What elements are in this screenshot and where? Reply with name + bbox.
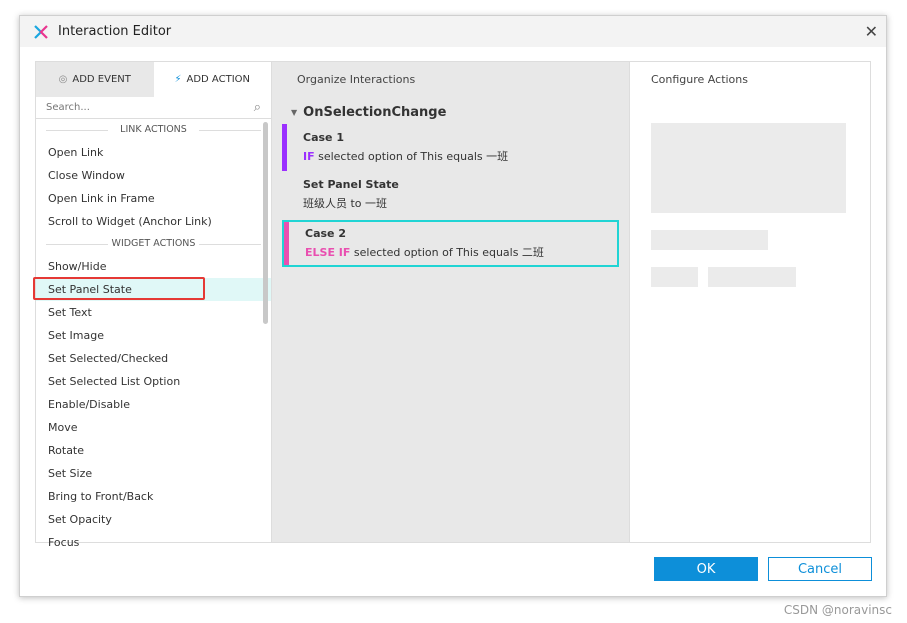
ok-button[interactable]: OK (654, 557, 758, 581)
action-item[interactable]: Set Opacity (36, 508, 271, 531)
action-item[interactable]: Show/Hide (36, 255, 271, 278)
case-1[interactable]: Case 1 IF selected option of This equals… (282, 124, 619, 171)
action-item[interactable]: Focus (36, 531, 271, 554)
action-item[interactable]: Set Selected/Checked (36, 347, 271, 370)
action-item[interactable]: Rotate (36, 439, 271, 462)
caret-down-icon: ▼ (291, 107, 298, 117)
action-item[interactable]: Close Window (36, 164, 271, 187)
action-item[interactable]: Set Selected List Option (36, 370, 271, 393)
action-item[interactable]: Set Text (36, 301, 271, 324)
action-item[interactable]: Set Image (36, 324, 271, 347)
panel-title: Organize Interactions (297, 73, 416, 86)
action-item[interactable]: Open Link in Frame (36, 187, 271, 210)
actions-panel: ◎ADD EVENT ⚡ADD ACTION ⌕ LINK ACTIONSOpe… (33, 62, 272, 549)
action-item[interactable]: Scroll to Widget (Anchor Link) (36, 210, 271, 233)
watermark: CSDN @noravinsc (783, 603, 892, 617)
placeholder-line (651, 230, 768, 250)
case-2[interactable]: Case 2 ELSE IF selected option of This e… (282, 220, 619, 267)
action-item[interactable]: Enable/Disable (36, 393, 271, 416)
configure-actions-panel: Configure Actions (630, 62, 870, 542)
app-logo-icon (34, 24, 48, 39)
search-icon[interactable]: ⌕ (254, 100, 261, 115)
action-set-panel-state[interactable]: Set Panel State 班级人员 to 一班 (282, 171, 619, 218)
placeholder-block (651, 123, 846, 213)
section-header: WIDGET ACTIONS (36, 233, 271, 255)
section-header: LINK ACTIONS (36, 119, 271, 141)
close-icon[interactable]: ✕ (865, 22, 878, 41)
tab-add-action[interactable]: ⚡ ADD ACTION (154, 62, 272, 97)
event-onselectionchange[interactable]: ▼ OnSelectionChange (272, 102, 629, 122)
search-input[interactable] (46, 102, 226, 113)
scrollbar[interactable] (263, 122, 268, 324)
action-item[interactable]: Bring to Front/Back (36, 485, 271, 508)
cursor-click-icon: ◎ (58, 74, 68, 85)
panel-title: Configure Actions (651, 73, 748, 86)
action-item[interactable]: Move (36, 416, 271, 439)
placeholder-line (651, 267, 698, 287)
cancel-button[interactable]: Cancel (768, 557, 872, 581)
highlight-box (33, 277, 205, 300)
action-item[interactable]: Open Link (36, 141, 271, 164)
tab-add-event[interactable]: ◎ ADD EVENT (36, 62, 154, 97)
interaction-editor-dialog: Interaction Editor ✕ ◎ ADD EVENT ⚡ ADD ACT… (19, 15, 887, 597)
title-bar: Interaction Editor ✕ (20, 16, 886, 47)
lightning-plus-icon: ⚡ (174, 74, 182, 85)
placeholder-line (708, 267, 796, 287)
action-item[interactable]: Set Panel State (33, 277, 271, 301)
action-item[interactable]: Set Size (36, 462, 271, 485)
organize-interactions-panel: Organize Interactions ▼ OnSelectionChange… (272, 62, 630, 542)
window-title: Interaction Editor (58, 24, 172, 39)
